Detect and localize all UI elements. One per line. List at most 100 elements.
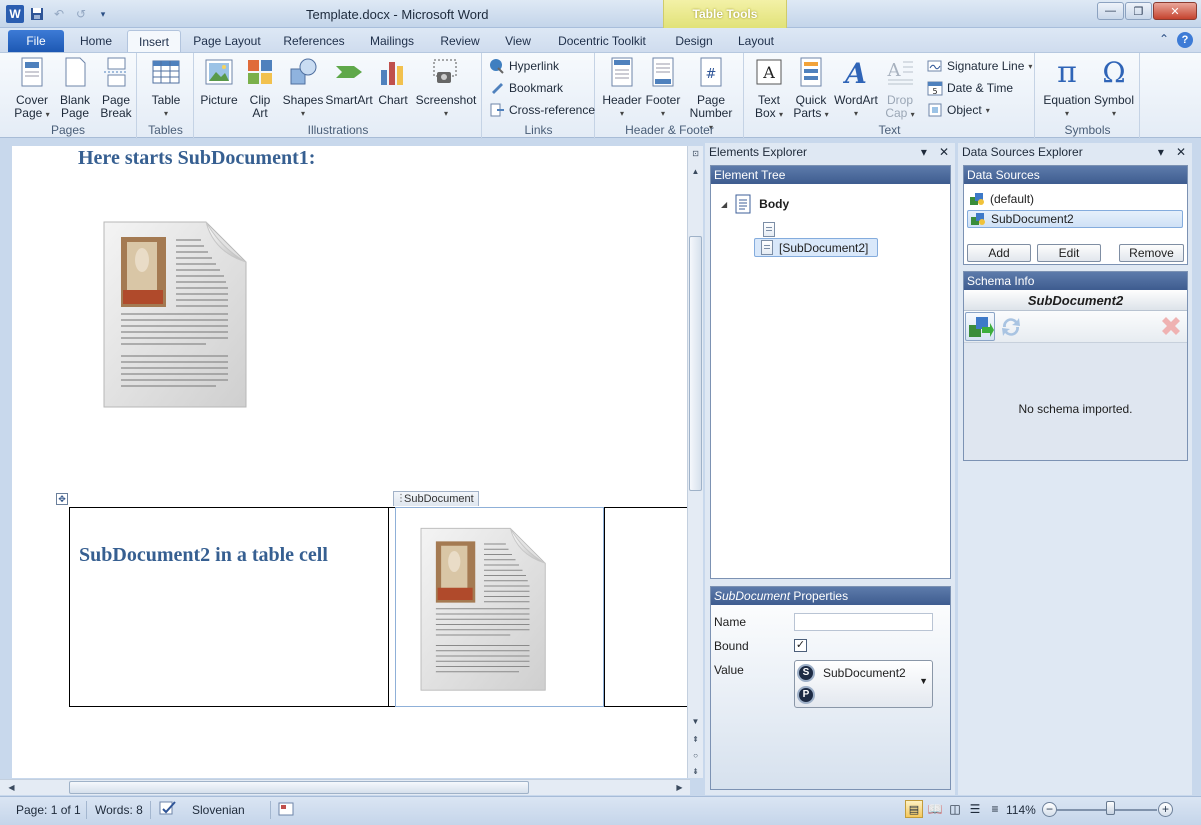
signature-line-button[interactable]: Signature Line ▾	[927, 58, 1032, 74]
tab-mailings[interactable]: Mailings	[361, 30, 423, 52]
symbol-button[interactable]: Ω Symbol ▾	[1092, 56, 1136, 120]
print-layout-view-icon[interactable]: ▤	[905, 800, 923, 818]
scroll-right-icon[interactable]: ▶	[672, 780, 687, 795]
redo-icon[interactable]: ↺	[72, 5, 90, 23]
cross-reference-icon	[490, 103, 504, 117]
tab-file[interactable]: File	[8, 30, 64, 52]
text-box-button[interactable]: A Text Box ▾	[749, 56, 789, 121]
import-schema-button[interactable]	[965, 312, 995, 341]
chart-button[interactable]: Chart	[375, 56, 411, 107]
customize-qat-icon[interactable]: ▾	[94, 5, 112, 23]
subdocument-file-icon[interactable]	[96, 212, 256, 412]
value-dropdown-icon[interactable]: ▼	[919, 676, 928, 686]
delete-schema-button[interactable]	[1157, 313, 1185, 341]
screenshot-button[interactable]: Screenshot ▾	[415, 56, 477, 120]
next-page-icon[interactable]: ⇟	[688, 764, 703, 779]
ruler-toggle-icon[interactable]: ⊡	[688, 146, 703, 161]
tab-docentric-toolkit[interactable]: Docentric Toolkit	[550, 30, 654, 52]
tab-page-layout[interactable]: Page Layout	[185, 30, 269, 52]
pane-dropdown-icon[interactable]: ▾	[1158, 143, 1164, 161]
tree-collapse-icon[interactable]: ◢	[721, 200, 727, 209]
table-cell-heading[interactable]: SubDocument2 in a table cell	[79, 544, 328, 567]
wordart-button[interactable]: A WordArt ▾	[833, 56, 879, 120]
scroll-down-icon[interactable]: ▼	[688, 714, 703, 729]
tab-view[interactable]: View	[497, 30, 539, 52]
horizontal-scrollbar[interactable]: ◀ ▶	[0, 779, 690, 795]
pane-close-icon[interactable]: ✕	[939, 143, 949, 161]
footer-button[interactable]: Footer ▾	[643, 56, 683, 120]
vertical-scroll-thumb[interactable]	[689, 236, 702, 491]
scroll-left-icon[interactable]: ◀	[4, 780, 19, 795]
web-layout-icon[interactable]: ◫	[947, 800, 963, 818]
help-icon[interactable]: ?	[1177, 32, 1193, 48]
full-screen-reading-icon[interactable]: 📖	[927, 800, 943, 818]
tab-home[interactable]: Home	[70, 30, 122, 52]
zoom-level[interactable]: 114%	[1006, 803, 1036, 817]
scroll-up-icon[interactable]: ▲	[688, 164, 703, 179]
table-move-handle-icon[interactable]: ✥	[56, 493, 68, 505]
cross-reference-button[interactable]: Cross-reference	[489, 102, 595, 118]
tree-node-subdocument2[interactable]: [SubDocument2]	[754, 238, 879, 257]
tab-references[interactable]: References	[275, 30, 353, 52]
minimize-ribbon-icon[interactable]: ⌃	[1159, 32, 1169, 48]
outline-view-icon[interactable]: ☰	[967, 800, 983, 818]
refresh-schema-button[interactable]	[997, 313, 1027, 341]
status-bar: Page: 1 of 1 Words: 8 Slovenian ▤ 📖 ◫ ☰ …	[0, 796, 1201, 825]
previous-page-icon[interactable]: ⇞	[688, 732, 703, 747]
vertical-scrollbar[interactable]: ⊡ ▲ ▼ ⇞ ○ ⇟	[687, 146, 703, 778]
zoom-out-icon[interactable]: −	[1042, 802, 1057, 817]
remove-button[interactable]: Remove	[1119, 244, 1184, 262]
data-source-item-default[interactable]: (default)	[967, 190, 1183, 208]
draft-view-icon[interactable]: ≡	[987, 800, 1003, 818]
clip-art-button[interactable]: Clip Art	[243, 56, 277, 120]
subdocument-content-control-tag[interactable]: SubDocument	[393, 491, 479, 506]
bound-checkbox[interactable]: ✓	[794, 639, 807, 652]
tab-review[interactable]: Review	[432, 30, 488, 52]
cover-page-button[interactable]: Cover Page ▾	[10, 56, 54, 121]
equation-button[interactable]: π Equation ▾	[1040, 55, 1094, 120]
pane-dropdown-icon[interactable]: ▾	[921, 143, 927, 161]
add-button[interactable]: Add	[967, 244, 1031, 262]
shapes-button[interactable]: Shapes ▾	[281, 56, 325, 120]
object-button[interactable]: Object ▾	[927, 102, 990, 118]
document-page[interactable]: Here starts SubDocument1: ✥ SubDocument2…	[12, 146, 687, 778]
proofing-icon[interactable]	[158, 800, 178, 821]
name-input[interactable]	[794, 613, 933, 631]
subdocument-content-control[interactable]	[395, 507, 604, 707]
header-button[interactable]: Header ▾	[600, 56, 644, 120]
pane-close-icon[interactable]: ✕	[1176, 143, 1186, 161]
maximize-button[interactable]: ❐	[1125, 2, 1152, 20]
table-button[interactable]: Table ▾	[144, 56, 188, 120]
page-count-status[interactable]: Page: 1 of 1	[16, 803, 81, 817]
word-app-icon[interactable]: W	[6, 5, 24, 23]
value-selector[interactable]: S SubDocument2 P ▼	[794, 660, 933, 708]
tab-insert[interactable]: Insert	[127, 30, 181, 52]
tree-node-body[interactable]: ◢ Body	[721, 194, 789, 214]
zoom-in-icon[interactable]: +	[1158, 802, 1173, 817]
hyperlink-button[interactable]: Hyperlink	[489, 58, 559, 74]
page-break-button[interactable]: Page Break	[96, 56, 136, 120]
blank-page-button[interactable]: Blank Page	[55, 56, 95, 120]
minimize-button[interactable]: —	[1097, 2, 1124, 20]
browse-object-icon[interactable]: ○	[688, 748, 703, 763]
word-count-status[interactable]: Words: 8	[95, 803, 143, 817]
quick-parts-button[interactable]: Quick Parts ▾	[791, 56, 831, 121]
language-status[interactable]: Slovenian	[192, 803, 245, 817]
close-button[interactable]: ✕	[1153, 2, 1197, 20]
date-time-button[interactable]: 5 Date & Time	[927, 80, 1013, 96]
data-source-item-subdocument2[interactable]: SubDocument2	[967, 210, 1183, 228]
bookmark-button[interactable]: Bookmark	[489, 80, 563, 96]
doc-heading-subdocument1[interactable]: Here starts SubDocument1:	[78, 147, 315, 170]
tree-node-paragraph[interactable]	[763, 222, 775, 237]
drop-cap-button[interactable]: A Drop Cap ▾	[881, 56, 919, 121]
macro-recording-icon[interactable]	[278, 801, 294, 820]
tab-design[interactable]: Design	[666, 30, 722, 52]
picture-button[interactable]: Picture	[199, 56, 239, 107]
undo-icon[interactable]: ↶	[50, 5, 68, 23]
save-icon[interactable]	[28, 5, 46, 23]
zoom-slider-thumb[interactable]	[1106, 801, 1115, 815]
horizontal-scroll-thumb[interactable]	[69, 781, 529, 794]
tab-layout[interactable]: Layout	[730, 30, 782, 52]
edit-button[interactable]: Edit	[1037, 244, 1101, 262]
smartart-button[interactable]: SmartArt	[325, 56, 373, 107]
